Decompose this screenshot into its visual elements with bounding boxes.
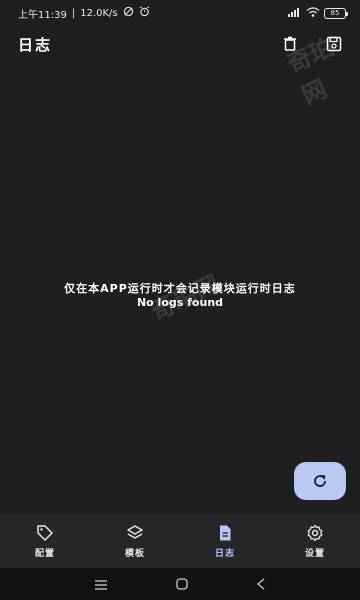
nav-label: 设置 (304, 548, 325, 559)
nav-item-templates[interactable]: 模板 (90, 524, 180, 559)
trash-icon (284, 36, 296, 51)
alarm-icon (139, 6, 150, 20)
nav-label: 日志 (214, 548, 235, 559)
gear-icon (307, 524, 323, 541)
page-title: 日志 (18, 35, 53, 54)
document-icon (220, 525, 231, 540)
refresh-button[interactable] (294, 462, 346, 500)
status-left: 上午11:39 | 12.0K/s (18, 6, 150, 21)
app-bar: 日志 (0, 26, 360, 62)
refresh-icon (314, 475, 326, 487)
save-logs-button[interactable] (324, 34, 344, 54)
home-icon[interactable] (176, 575, 188, 594)
layers-icon (127, 524, 143, 539)
nav-item-settings[interactable]: 设置 (270, 524, 360, 559)
status-speed: 12.0K/s (80, 7, 118, 19)
delete-logs-button[interactable] (280, 34, 300, 54)
nav-item-config[interactable]: 配置 (0, 524, 90, 559)
system-navigation-bar (0, 568, 360, 600)
nav-label: 模板 (124, 548, 145, 559)
log-content-area: 仅在本APP运行时才会记录模块运行时日志 No logs found (0, 62, 360, 514)
back-icon[interactable] (256, 575, 266, 594)
status-time: 上午11:39 (18, 9, 67, 21)
menu-icon[interactable] (94, 575, 108, 594)
wifi-icon (306, 6, 320, 20)
battery-indicator: 85 (324, 7, 348, 19)
app-bar-actions (280, 34, 344, 54)
bottom-navigation: 配置 模板 日志 设置 (0, 514, 360, 568)
status-right: 85 (288, 6, 348, 20)
logs-info-message: 仅在本APP运行时才会记录模块运行时日志 (64, 281, 296, 295)
save-icon (326, 36, 342, 52)
signal-icon (288, 7, 302, 20)
status-divider: | (71, 7, 76, 19)
nav-item-logs[interactable]: 日志 (180, 524, 270, 559)
nav-label: 配置 (34, 548, 55, 559)
empty-logs-message: No logs found (136, 295, 224, 309)
no-disturb-icon (123, 6, 134, 20)
tag-icon (37, 524, 53, 541)
status-bar: 上午11:39 | 12.0K/s 85 (0, 0, 360, 26)
